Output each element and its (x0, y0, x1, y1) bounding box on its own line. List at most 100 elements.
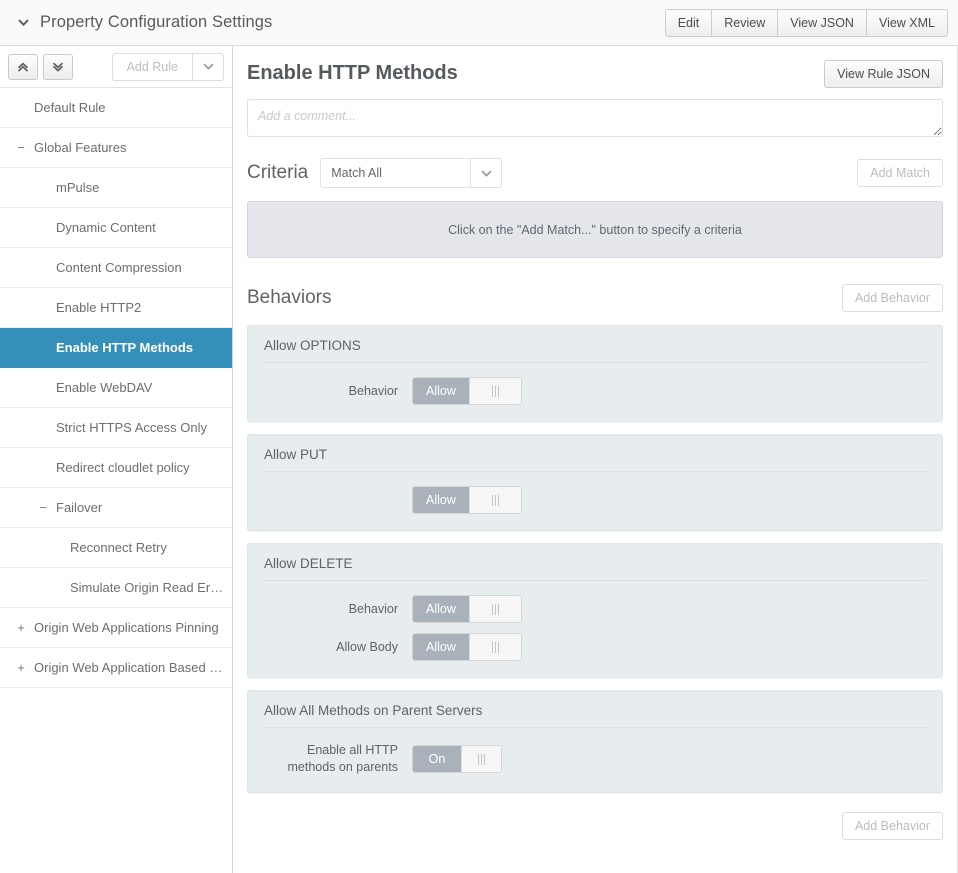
behavior-field-label: Behavior (348, 383, 398, 398)
rule-header: Enable HTTP Methods View Rule JSON (247, 60, 943, 88)
criteria-empty-message: Click on the "Add Match..." button to sp… (247, 201, 943, 258)
behavior-field-row: Allow Body Allow (264, 633, 926, 661)
page-title: Property Configuration Settings (40, 13, 273, 31)
behavior-field-row: Behavior Allow (264, 377, 926, 405)
toggle-handle[interactable] (461, 746, 501, 772)
toggle-handle[interactable] (468, 596, 521, 622)
add-rule-button[interactable]: Add Rule (111, 52, 192, 81)
add-behavior-button[interactable]: Add Behavior (841, 284, 943, 312)
view-mode-button-group: Edit Review View JSON View XML (664, 8, 948, 37)
sidebar-item-origin-web-application-based-f[interactable]: + Origin Web Application Based F… (0, 648, 232, 688)
collapse-minus-icon[interactable]: − (14, 140, 28, 155)
add-rule-dropdown-chevron-down-icon[interactable] (192, 52, 224, 81)
toggle-state-label: On (413, 746, 461, 772)
sidebar-item-label: Strict HTTPS Access Only (56, 420, 207, 435)
property-configuration-app: Property Configuration Settings Edit Rev… (0, 0, 958, 873)
sidebar-item-dynamic-content[interactable]: Dynamic Content (0, 208, 232, 248)
sidebar-item-label: Enable HTTP Methods (56, 340, 193, 355)
sidebar-item-redirect-cloudlet-policy[interactable]: Redirect cloudlet policy (0, 448, 232, 488)
behavior-field-row: Behavior Allow (264, 595, 926, 623)
window-titlebar: Property Configuration Settings Edit Rev… (0, 0, 958, 46)
chevron-down-icon[interactable] (470, 158, 503, 188)
behaviors-header: Behaviors Add Behavior (247, 284, 943, 312)
sidebar-item-label: Reconnect Retry (70, 540, 167, 555)
sidebar-item-failover[interactable]: − Failover (0, 488, 232, 528)
behavior-card: Allow PUT Allow (247, 434, 943, 531)
sidebar-item-label: Enable WebDAV (56, 380, 153, 395)
sidebar-item-enable-http-methods[interactable]: Enable HTTP Methods (0, 328, 232, 368)
toggle-state-label: Allow (413, 596, 469, 622)
behavior-field-label: Enable all HTTP methods on parents (287, 743, 399, 774)
toggle-state-label: Allow (413, 634, 469, 660)
grip-lines-icon (491, 385, 499, 397)
sidebar-empty-area (0, 688, 232, 873)
app-body: Add Rule Default Rule − Global Features mPu… (0, 46, 958, 873)
match-type-select[interactable]: Match All (320, 158, 503, 188)
behavior-card: Allow OPTIONS Behavior Allow (247, 325, 943, 422)
behaviors-section-label: Behaviors (247, 287, 332, 308)
sidebar-item-strict-https-access-only[interactable]: Strict HTTPS Access Only (0, 408, 232, 448)
behavior-card-title: Allow DELETE (264, 556, 926, 581)
view-rule-json-button[interactable]: View Rule JSON (824, 60, 943, 88)
sidebar-item-simulate-origin-read-error[interactable]: Simulate Origin Read Error (0, 568, 232, 608)
sidebar-item-label: Simulate Origin Read Error (70, 580, 224, 595)
sidebar-item-label: Content Compression (56, 260, 182, 275)
sidebar-item-label: Dynamic Content (56, 220, 156, 235)
add-match-button[interactable]: Add Match (857, 159, 943, 187)
chevron-down-icon[interactable] (14, 14, 32, 32)
sidebar-item-enable-http2[interactable]: Enable HTTP2 (0, 288, 232, 328)
sidebar-item-default-rule[interactable]: Default Rule (0, 88, 232, 128)
expand-plus-icon[interactable]: + (14, 620, 28, 635)
sidebar-item-label: Origin Web Application Based F… (34, 660, 224, 675)
grip-lines-icon (478, 753, 485, 765)
sidebar-item-enable-webdav[interactable]: Enable WebDAV (0, 368, 232, 408)
behavior-card-title: Allow All Methods on Parent Servers (264, 703, 926, 728)
behavior-card-list: Allow OPTIONS Behavior Allow Allow PUT Allow… (247, 325, 943, 793)
rule-tree-sidebar: Add Rule Default Rule − Global Features mPu… (0, 46, 233, 873)
sidebar-item-label: Enable HTTP2 (56, 300, 142, 315)
criteria-section-label: Criteria (247, 162, 309, 183)
sidebar-toolbar: Add Rule (0, 46, 232, 88)
add-behavior-button-bottom[interactable]: Add Behavior (841, 812, 943, 840)
double-chevron-up-icon[interactable] (8, 53, 38, 80)
rule-tree: Default Rule − Global Features mPulse Dynami… (0, 88, 232, 688)
sidebar-item-global-features[interactable]: − Global Features (0, 128, 232, 168)
sidebar-item-label: Failover (56, 500, 103, 515)
edit-button[interactable]: Edit (664, 8, 713, 37)
double-chevron-down-icon[interactable] (43, 53, 73, 80)
behavior-field-label: Behavior (348, 601, 398, 616)
sidebar-item-label: Global Features (34, 140, 127, 155)
behavior-toggle-switch[interactable]: Allow (412, 486, 522, 514)
sidebar-item-reconnect-retry[interactable]: Reconnect Retry (0, 528, 232, 568)
add-rule-split-button: Add Rule (111, 52, 224, 81)
comment-input[interactable] (247, 99, 943, 137)
match-type-select-value[interactable]: Match All (320, 158, 471, 188)
review-button[interactable]: Review (711, 8, 779, 37)
toggle-handle[interactable] (468, 378, 521, 404)
toggle-handle[interactable] (468, 487, 521, 513)
view-json-button[interactable]: View JSON (777, 8, 867, 37)
behavior-field-row: Enable all HTTP methods on parents On (264, 742, 926, 776)
rule-detail-panel: Enable HTTP Methods View Rule JSON Crite… (233, 46, 958, 873)
view-xml-button[interactable]: View XML (865, 8, 948, 37)
behavior-toggle-switch[interactable]: Allow (412, 377, 522, 405)
criteria-header: Criteria Match All Add Match (247, 158, 943, 188)
behaviors-footer: Add Behavior (247, 812, 943, 840)
toggle-handle[interactable] (468, 634, 521, 660)
rule-title: Enable HTTP Methods (247, 62, 458, 84)
grip-lines-icon (491, 494, 499, 506)
sidebar-item-origin-web-applications-pinning[interactable]: + Origin Web Applications Pinning (0, 608, 232, 648)
sidebar-item-label: Default Rule (34, 100, 106, 115)
expand-plus-icon[interactable]: + (14, 660, 28, 675)
sidebar-item-content-compression[interactable]: Content Compression (0, 248, 232, 288)
behavior-toggle-switch[interactable]: Allow (412, 633, 522, 661)
behavior-field-row: Allow (264, 486, 926, 514)
collapse-minus-icon[interactable]: − (36, 500, 50, 515)
behavior-toggle-switch[interactable]: On (412, 745, 502, 773)
behavior-card-title: Allow PUT (264, 447, 926, 472)
sidebar-item-label: Redirect cloudlet policy (56, 460, 190, 475)
grip-lines-icon (491, 641, 499, 653)
sidebar-item-mpulse[interactable]: mPulse (0, 168, 232, 208)
sidebar-item-label: Origin Web Applications Pinning (34, 620, 219, 635)
behavior-toggle-switch[interactable]: Allow (412, 595, 522, 623)
